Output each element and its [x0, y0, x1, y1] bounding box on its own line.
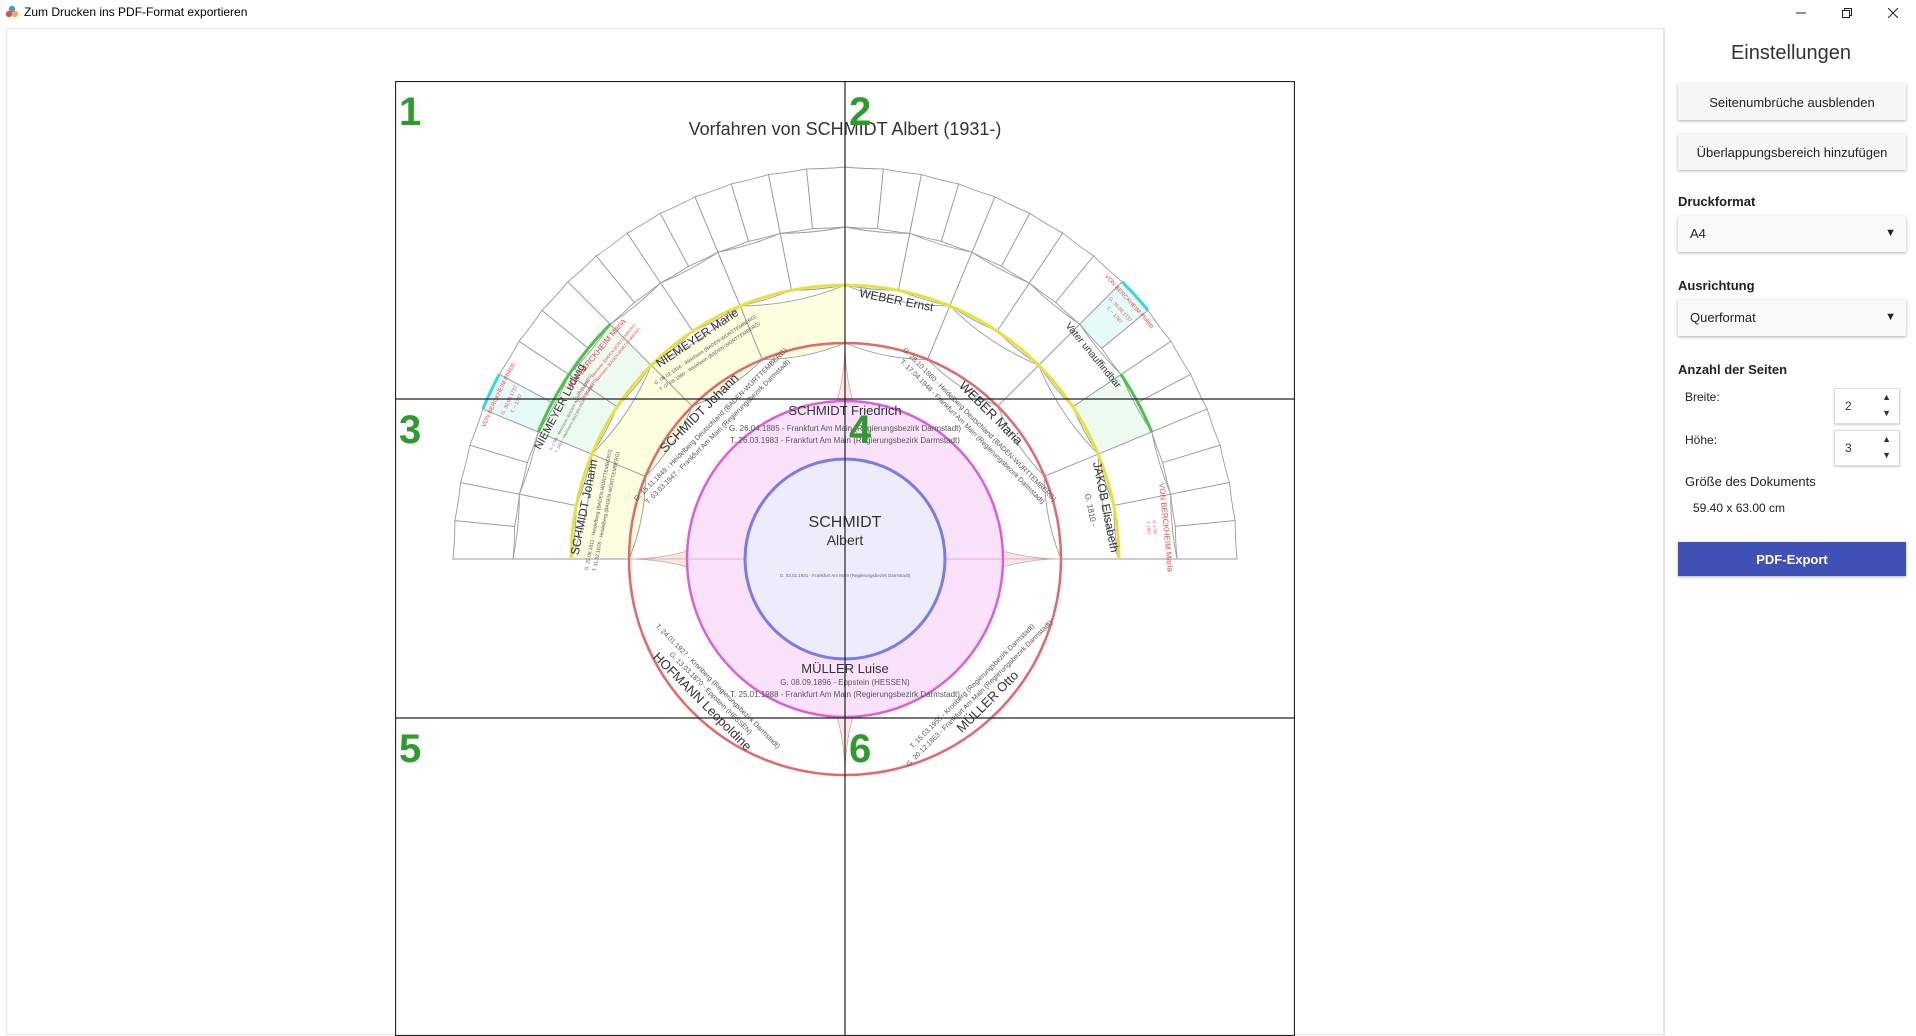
- print-preview-area: Vorfahren von SCHMIDT Albert (1931-) SCHM…: [6, 28, 1664, 1036]
- ancestor-cell-gen5: [1174, 520, 1238, 560]
- height-value: 3: [1845, 441, 1852, 455]
- document-size-label: Größe des Dokuments: [1685, 474, 1816, 489]
- width-value: 2: [1845, 399, 1852, 413]
- increment-icon[interactable]: ▲: [1882, 392, 1891, 402]
- decrement-icon[interactable]: ▼: [1882, 450, 1891, 460]
- increment-icon[interactable]: ▲: [1882, 434, 1891, 444]
- ancestor-cell-gen5: [452, 520, 516, 560]
- restore-icon: [1842, 8, 1852, 18]
- width-label: Breite:: [1685, 390, 1720, 404]
- fan-chart-preview: Vorfahren von SCHMIDT Albert (1931-)SCHM…: [395, 81, 1295, 1036]
- print-format-label: Druckformat: [1678, 194, 1756, 209]
- page-number-2: 2: [849, 90, 871, 134]
- width-stepper[interactable]: 2 ▲ ▼: [1834, 388, 1900, 424]
- page-number-1: 1: [399, 90, 421, 134]
- print-format-value: A4: [1690, 226, 1706, 241]
- height-label: Höhe:: [1685, 433, 1718, 447]
- page-number-3: 3: [399, 408, 421, 452]
- orientation-value: Querformat: [1690, 310, 1756, 325]
- orientation-label: Ausrichtung: [1678, 278, 1755, 293]
- ancestor-cell-gen5: [806, 166, 846, 230]
- print-format-select[interactable]: A4 ▼: [1678, 216, 1906, 252]
- page-number-6: 6: [849, 727, 871, 771]
- decrement-icon[interactable]: ▼: [1882, 408, 1891, 418]
- page-number-4: 4: [849, 408, 872, 452]
- page-number-5: 5: [399, 727, 421, 771]
- orientation-select[interactable]: Querformat ▼: [1678, 300, 1906, 336]
- close-button[interactable]: [1870, 0, 1916, 26]
- panel-title: Einstellungen: [1730, 42, 1852, 64]
- pdf-export-button[interactable]: PDF-Export: [1678, 542, 1906, 576]
- minimize-icon: [1796, 12, 1806, 14]
- page-count-label: Anzahl der Seiten: [1678, 362, 1788, 377]
- ancestor-cell-gen4: [779, 226, 846, 291]
- title-bar: Zum Drucken ins PDF-Format exportieren: [0, 0, 1916, 26]
- ancestor-cell-gen5: [844, 166, 884, 230]
- dropdown-arrow-icon: ▼: [1885, 227, 1896, 239]
- height-stepper[interactable]: 3 ▲ ▼: [1834, 430, 1900, 466]
- restore-button[interactable]: [1824, 0, 1870, 26]
- close-icon: [1887, 7, 1899, 19]
- document-size-value: 59.40 x 63.00 cm: [1693, 501, 1786, 515]
- window-title: Zum Drucken ins PDF-Format exportieren: [24, 5, 248, 19]
- app-icon: [5, 5, 19, 18]
- dropdown-arrow-icon: ▼: [1885, 311, 1896, 323]
- minimize-button[interactable]: [1778, 0, 1824, 26]
- hide-page-breaks-button[interactable]: Seitenumbrüche ausblenden: [1678, 84, 1906, 120]
- settings-panel: Einstellungen Seitenumbrüche ausblenden …: [1664, 28, 1916, 1035]
- add-overlap-button[interactable]: Überlappungsbereich hinzufügen: [1678, 134, 1906, 170]
